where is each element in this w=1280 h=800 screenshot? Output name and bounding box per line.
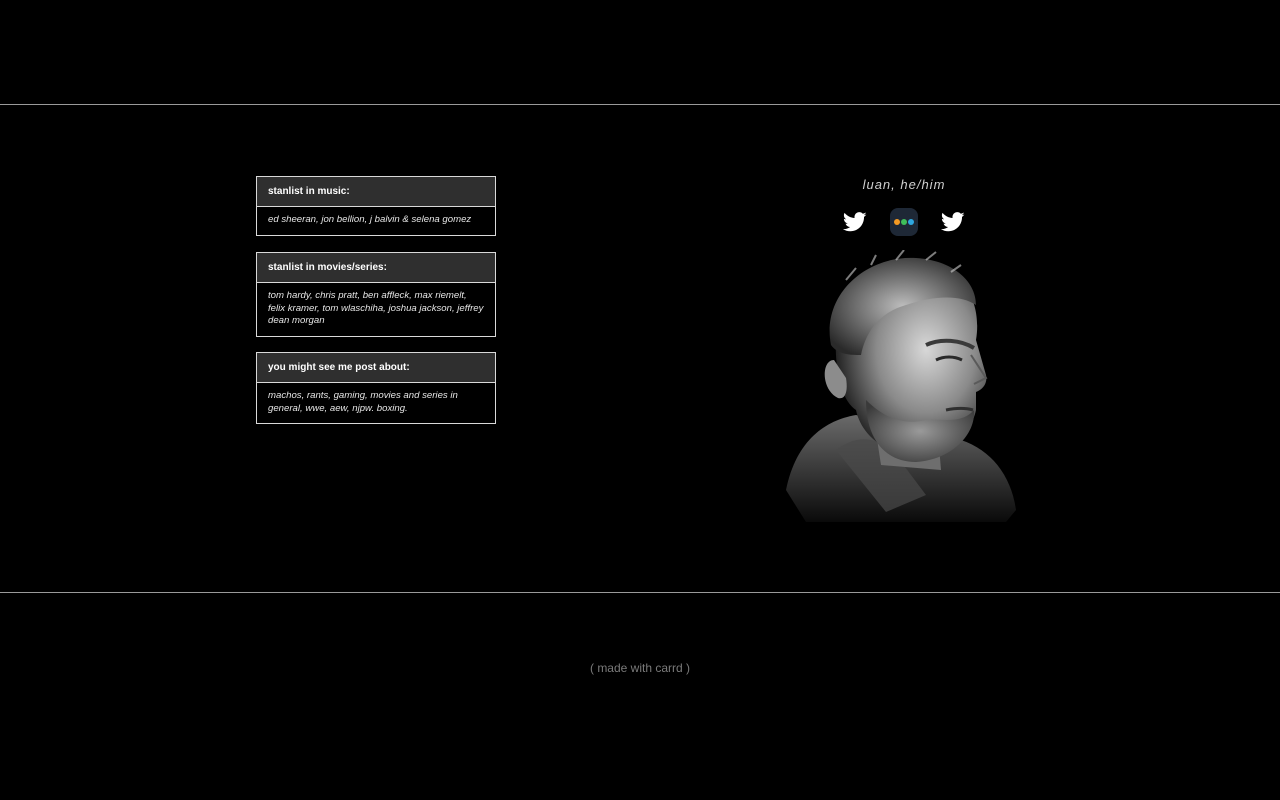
post-topics-card: you might see me post about: machos, ran…: [256, 352, 496, 424]
card-body: ed sheeran, jon bellion, j balvin & sele…: [268, 214, 472, 225]
twitter-icon: [941, 212, 965, 232]
movies-stanlist-card: stanlist in movies/series: tom hardy, ch…: [256, 252, 496, 337]
card-body: tom hardy, chris pratt, ben affleck, max…: [268, 290, 484, 326]
dots-app-icon: [890, 208, 918, 236]
page: stanlist in music: ed sheeran, jon belli…: [0, 0, 1280, 800]
blue-dot: [908, 219, 914, 225]
twitter-link[interactable]: [840, 207, 870, 237]
card-title: you might see me post about:: [257, 353, 495, 383]
music-stanlist-card: stanlist in music: ed sheeran, jon belli…: [256, 176, 496, 236]
app-link[interactable]: [889, 207, 919, 237]
card-body: machos, rants, gaming, movies and series…: [268, 390, 458, 414]
twitter-icon: [843, 212, 867, 232]
made-with-carrd-link[interactable]: ( made with carrd ): [0, 661, 1280, 675]
twitter-link-secondary[interactable]: [938, 207, 968, 237]
social-links: [840, 207, 968, 237]
green-dot: [901, 219, 907, 225]
card-title: stanlist in movies/series:: [257, 253, 495, 283]
orange-dot: [894, 219, 900, 225]
profile-name: luan, he/him: [862, 177, 946, 192]
card-title: stanlist in music:: [257, 177, 495, 207]
portrait-image: [786, 250, 1016, 522]
top-divider: [0, 104, 1280, 105]
bottom-divider: [0, 592, 1280, 593]
